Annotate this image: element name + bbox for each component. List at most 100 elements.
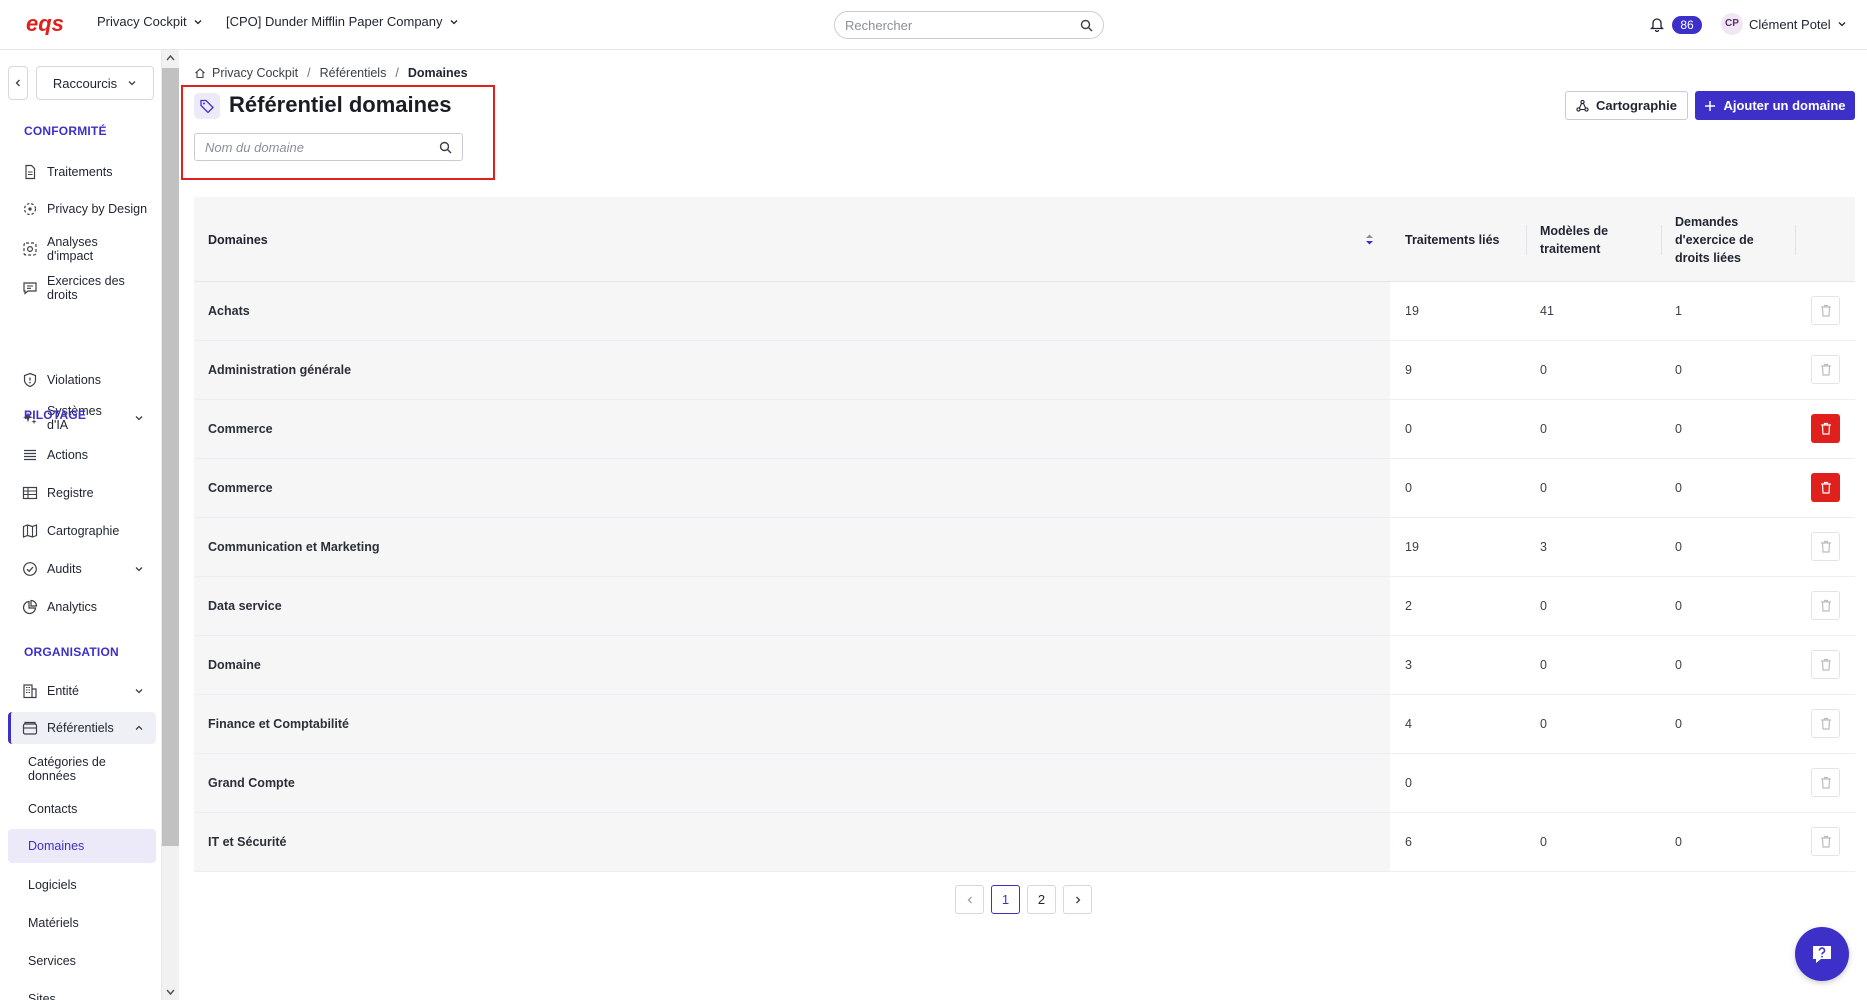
- column-divider: [1795, 225, 1796, 255]
- home-icon[interactable]: [194, 67, 206, 79]
- user-menu[interactable]: CP Clément Potel: [1721, 13, 1847, 35]
- search-icon[interactable]: [439, 141, 452, 154]
- delete-button[interactable]: [1811, 650, 1840, 679]
- sidebar-item-audits[interactable]: Audits: [8, 561, 156, 577]
- domain-name[interactable]: Commerce: [208, 400, 273, 458]
- section-organisation: ORGANISATION: [24, 645, 119, 659]
- sidebar-subitem-logiciels[interactable]: Logiciels: [8, 878, 156, 892]
- domain-name[interactable]: Communication et Marketing: [208, 518, 380, 576]
- sort-icon[interactable]: [1365, 233, 1374, 246]
- domain-name[interactable]: Administration générale: [208, 341, 351, 399]
- notification-count-badge[interactable]: 86: [1672, 16, 1702, 34]
- help-chat-button[interactable]: [1795, 927, 1849, 981]
- demandes-count: 0: [1675, 363, 1682, 377]
- shortcuts-dropdown[interactable]: Raccourcis: [36, 66, 154, 100]
- breadcrumb-referentiels-link[interactable]: Référentiels: [320, 66, 387, 80]
- domain-name[interactable]: Achats: [208, 282, 250, 340]
- sidebar-scrollbar[interactable]: [162, 50, 179, 1000]
- trash-icon: [1820, 422, 1832, 435]
- pagination-next-button[interactable]: [1063, 885, 1092, 914]
- sidebar-item-privacy-by-design[interactable]: Privacy by Design: [8, 201, 156, 217]
- scroll-up-icon[interactable]: [166, 54, 175, 62]
- delete-button[interactable]: [1811, 355, 1840, 384]
- pagination-page-1[interactable]: 1: [991, 885, 1020, 914]
- modeles-count: 0: [1540, 422, 1547, 436]
- table-row[interactable]: Commerce 0 0 0: [194, 459, 1855, 518]
- trash-icon: [1820, 304, 1832, 317]
- sidebar-item-analyses[interactable]: Analyses d'impact: [8, 235, 128, 263]
- table-row[interactable]: Finance et Comptabilité 4 0 0: [194, 695, 1855, 754]
- eqs-logo[interactable]: eqs eqs: [26, 13, 66, 35]
- column-divider: [1661, 225, 1662, 255]
- cartographie-button-label: Cartographie: [1596, 98, 1677, 113]
- scrollbar-thumb[interactable]: [162, 68, 179, 846]
- modeles-count: 0: [1540, 363, 1547, 377]
- avatar: CP: [1721, 13, 1743, 35]
- sidebar-subitem-sites[interactable]: Sites: [8, 992, 156, 1000]
- delete-button[interactable]: [1811, 473, 1840, 502]
- chevron-down-icon: [193, 17, 203, 27]
- modeles-count: 41: [1540, 304, 1554, 318]
- table-row[interactable]: Data service 2 0 0: [194, 577, 1855, 636]
- table-row[interactable]: Communication et Marketing 19 3 0: [194, 518, 1855, 577]
- company-menu-dropdown[interactable]: [CPO] Dunder Mifflin Paper Company: [226, 14, 459, 29]
- table-row[interactable]: Domaine 3 0 0: [194, 636, 1855, 695]
- sidebar-item-label: Traitements: [47, 165, 113, 179]
- delete-button[interactable]: [1811, 532, 1840, 561]
- breadcrumb-home-link[interactable]: Privacy Cockpit: [212, 66, 298, 80]
- column-header-modeles: Modèles de traitement: [1540, 223, 1609, 256]
- table-row[interactable]: Achats 19 41 1: [194, 282, 1855, 341]
- table-row[interactable]: Commerce 0 0 0: [194, 400, 1855, 459]
- column-header-domaines[interactable]: Domaines: [208, 197, 268, 282]
- sidebar-item-actions[interactable]: Actions: [8, 447, 156, 463]
- add-domain-button[interactable]: Ajouter un domaine: [1695, 91, 1855, 120]
- domain-name[interactable]: Data service: [208, 577, 282, 635]
- sidebar-item-violations[interactable]: Violations: [8, 372, 156, 388]
- list-icon: [22, 447, 38, 463]
- sidebar-item-cartographie[interactable]: Cartographie: [8, 523, 156, 539]
- app-menu-dropdown[interactable]: Privacy Cockpit: [97, 14, 203, 29]
- sidebar-collapse-button[interactable]: [8, 66, 28, 100]
- sidebar-item-entite[interactable]: Entité: [8, 683, 156, 699]
- table-row[interactable]: Grand Compte 0: [194, 754, 1855, 813]
- modeles-count: 0: [1540, 658, 1547, 672]
- domain-name[interactable]: Finance et Comptabilité: [208, 695, 349, 753]
- delete-button[interactable]: [1811, 296, 1840, 325]
- delete-button[interactable]: [1811, 591, 1840, 620]
- domain-name[interactable]: IT et Sécurité: [208, 813, 287, 871]
- sidebar-item-label: Audits: [47, 562, 82, 576]
- delete-button[interactable]: [1811, 768, 1840, 797]
- sidebar-subitem-contacts[interactable]: Contacts: [8, 802, 156, 816]
- sidebar-subitem-categories[interactable]: Catégories de données: [8, 755, 128, 783]
- sidebar-item-traitements[interactable]: Traitements: [8, 164, 156, 180]
- trash-icon: [1820, 658, 1832, 671]
- demandes-count: 0: [1675, 835, 1682, 849]
- sidebar-item-label: Cartographie: [47, 524, 120, 538]
- pagination-page-2[interactable]: 2: [1027, 885, 1056, 914]
- delete-button[interactable]: [1811, 709, 1840, 738]
- sidebar-subitem-services[interactable]: Services: [8, 954, 156, 968]
- table-row[interactable]: IT et Sécurité 6 0 0: [194, 813, 1855, 872]
- sidebar-subitem-materiels[interactable]: Matériels: [8, 916, 156, 930]
- sidebar-item-referentiels[interactable]: Référentiels: [8, 712, 156, 744]
- chevron-left-icon: [966, 895, 974, 905]
- sidebar-item-analytics[interactable]: Analytics: [8, 599, 156, 615]
- sidebar-item-exercices[interactable]: Exercices des droits: [8, 274, 138, 302]
- bell-icon[interactable]: [1650, 16, 1664, 32]
- domain-name[interactable]: Domaine: [208, 636, 261, 694]
- delete-button[interactable]: [1811, 414, 1840, 443]
- search-icon[interactable]: [1080, 19, 1093, 32]
- domain-search-input[interactable]: [205, 139, 439, 155]
- table-row[interactable]: Administration générale 9 0 0: [194, 341, 1855, 400]
- domain-name[interactable]: Grand Compte: [208, 754, 295, 812]
- sidebar-item-registre[interactable]: Registre: [8, 485, 156, 501]
- delete-button[interactable]: [1811, 827, 1840, 856]
- company-menu-label: [CPO] Dunder Mifflin Paper Company: [226, 14, 443, 29]
- scroll-down-icon[interactable]: [166, 988, 175, 996]
- domain-name[interactable]: Commerce: [208, 459, 273, 517]
- analysis-icon: [22, 241, 38, 257]
- pagination-prev-button[interactable]: [955, 885, 984, 914]
- cartographie-button[interactable]: Cartographie: [1565, 91, 1688, 120]
- sidebar-subitem-domaines[interactable]: Domaines: [8, 829, 156, 863]
- global-search-input[interactable]: [845, 17, 1080, 33]
